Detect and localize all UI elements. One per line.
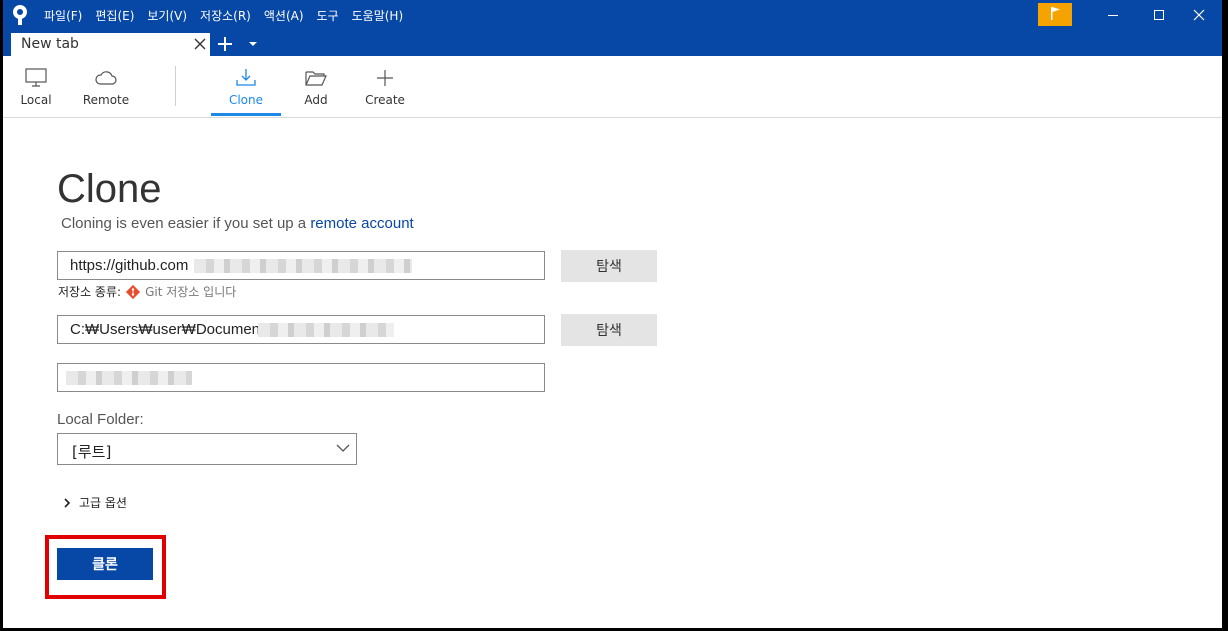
close-icon <box>1193 9 1205 21</box>
new-tab-plus-icon[interactable] <box>216 34 234 54</box>
folder-icon <box>305 71 327 86</box>
toolbar-create[interactable]: Create <box>365 56 405 116</box>
subtitle-text: Cloning is even easier if you set up a <box>61 215 311 232</box>
repo-type-value: Git 저장소 입니다 <box>145 285 237 299</box>
local-folder-label: Local Folder: <box>57 411 144 428</box>
clone-button[interactable]: 클론 <box>57 548 153 580</box>
flag-icon <box>1051 7 1060 20</box>
menu-file[interactable]: 파일(F) <box>44 6 82 26</box>
toolbar-add[interactable]: Add <box>299 56 333 116</box>
toolbar-create-label: Create <box>365 93 405 107</box>
maximize-icon <box>1154 10 1164 20</box>
destination-path-value: C:₩Users₩user₩Documents <box>70 321 272 338</box>
local-folder-select[interactable]: [루트] <box>57 433 357 465</box>
redacted-region <box>66 371 192 385</box>
minimize-icon <box>1108 15 1118 16</box>
toolbar-add-label: Add <box>304 93 328 107</box>
destination-path-input[interactable]: C:₩Users₩user₩Documents <box>57 315 545 344</box>
tab-close-icon[interactable] <box>192 36 208 52</box>
toolbar-remote-label: Remote <box>82 93 130 107</box>
toolbar: Local Remote Clone Add Create <box>3 56 1222 118</box>
local-folder-value: [루트] <box>72 443 112 461</box>
title-bar: 파일(F) 편집(E) 보기(V) 저장소(R) 액션(A) 도구 도움말(H)… <box>3 0 1222 56</box>
toolbar-clone-label: Clone <box>228 93 264 107</box>
redacted-region <box>194 259 412 273</box>
menu-view[interactable]: 보기(V) <box>147 6 187 26</box>
menu-help[interactable]: 도움말(H) <box>352 6 404 26</box>
toolbar-local[interactable]: Local <box>15 56 57 116</box>
chevron-down-icon <box>336 444 350 452</box>
git-icon <box>125 284 141 299</box>
browse-source-button[interactable]: 탐색 <box>561 250 657 282</box>
minimize-button[interactable] <box>1090 0 1136 30</box>
cloud-icon <box>95 71 117 85</box>
bookmark-name-input[interactable] <box>57 363 545 392</box>
repo-type-row: 저장소 종류: Git 저장소 입니다 <box>58 283 236 300</box>
advanced-options-toggle[interactable]: 고급 옵션 <box>63 494 127 511</box>
download-icon <box>236 69 256 86</box>
redacted-region <box>258 323 394 337</box>
source-url-value: https://github.com <box>70 257 189 274</box>
menu-bar: 파일(F) 편집(E) 보기(V) 저장소(R) 액션(A) 도구 도움말(H) <box>44 6 403 26</box>
toolbar-clone[interactable]: Clone <box>211 56 281 116</box>
menu-actions[interactable]: 액션(A) <box>264 6 304 26</box>
menu-repository[interactable]: 저장소(R) <box>200 6 251 26</box>
advanced-options-label: 고급 옵션 <box>79 496 127 510</box>
menu-tools[interactable]: 도구 <box>317 6 339 26</box>
close-window-button[interactable] <box>1176 0 1222 30</box>
toolbar-separator <box>175 66 176 106</box>
page-title: Clone <box>57 167 162 211</box>
browse-destination-button[interactable]: 탐색 <box>561 314 657 346</box>
sourcetree-logo-icon <box>13 5 27 25</box>
app-window: 파일(F) 편집(E) 보기(V) 저장소(R) 액션(A) 도구 도움말(H)… <box>3 0 1222 628</box>
monitor-icon <box>25 68 47 87</box>
menu-edit[interactable]: 편집(E) <box>95 6 134 26</box>
toolbar-remote[interactable]: Remote <box>81 56 131 116</box>
page-subtitle: Cloning is even easier if you set up a r… <box>61 215 414 232</box>
chevron-right-icon <box>64 497 71 508</box>
tab-new[interactable]: New tab <box>11 33 210 56</box>
repo-type-label: 저장소 종류: <box>58 285 122 299</box>
tab-label: New tab <box>21 36 79 52</box>
tab-dropdown-icon[interactable] <box>247 38 259 50</box>
toolbar-local-label: Local <box>20 93 52 107</box>
remote-account-link[interactable]: remote account <box>310 215 413 232</box>
source-url-input[interactable]: https://github.com <box>57 251 545 280</box>
notification-flag-button[interactable] <box>1038 3 1072 26</box>
plus-icon <box>377 70 393 86</box>
